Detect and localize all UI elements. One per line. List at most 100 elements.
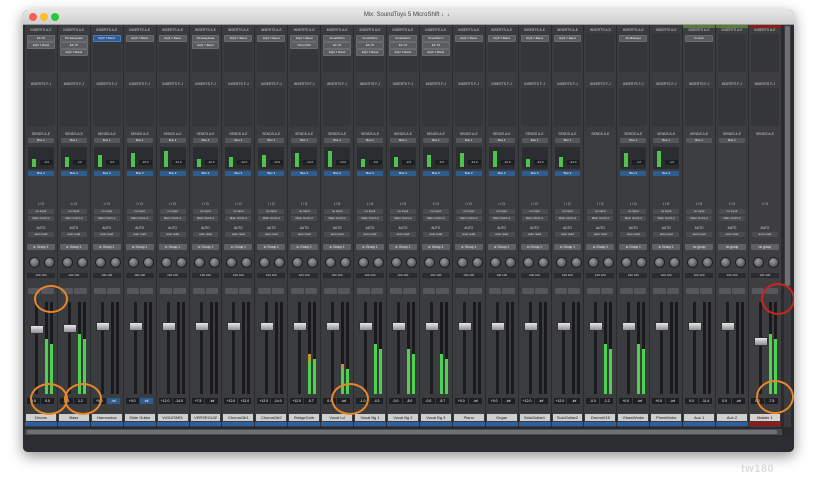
automation-mode[interactable]: auto read [357,232,383,237]
volume-fader[interactable] [457,322,472,331]
track-name[interactable]: Aux 1 [684,414,715,421]
horizontal-scrollbar[interactable] [25,429,782,435]
send-fader[interactable]: -inf [653,147,680,169]
track-name[interactable]: SoloGuitar2 [552,414,583,421]
send-fader[interactable]: 0.0 [93,147,120,169]
input-selector[interactable]: no input [488,209,515,214]
output-selector[interactable]: Main Out/1-2 [455,216,482,221]
insert-slot[interactable]: EQ3 7-Band [553,35,582,42]
output-selector[interactable]: Main Out/1-2 [554,216,581,221]
output-selector[interactable]: Main Out/1-2 [93,216,120,221]
track-name[interactable]: ChorusGtr2 [256,414,287,421]
pan-knob-right[interactable] [636,257,648,268]
track-name[interactable]: Organ [486,414,517,421]
group-selector[interactable]: a: Group 1 [158,244,187,250]
track-name[interactable]: Vocal Bg 1 [355,414,385,421]
group-selector[interactable]: a: Group 1 [454,244,483,250]
track-name[interactable]: Piano [453,414,484,421]
track-name[interactable]: GlassWndw [618,414,649,421]
volume-fader[interactable] [260,322,275,331]
send-selector[interactable]: Bus 1 [620,138,647,143]
mute-button[interactable] [469,288,482,294]
send-bus[interactable]: Bus 3 [258,171,285,176]
output-selector[interactable]: Main Out/1-2 [126,216,153,221]
send-bus[interactable]: Bus 3 [521,171,548,176]
automation-mode[interactable]: auto read [258,232,285,237]
insert-slot[interactable]: EQ3 7-Band [421,49,450,56]
group-selector[interactable]: a: Group 1 [652,244,681,250]
mute-button[interactable] [205,288,219,294]
pan-knob-right[interactable] [735,257,747,268]
pan-knob-right[interactable] [241,257,253,268]
send-fader[interactable]: -inf [60,147,87,169]
dyn-button[interactable] [225,405,251,411]
pan-knob-right[interactable] [340,257,352,268]
dyn-button[interactable] [127,405,153,411]
insert-slot[interactable]: EQ3 7-Band [125,35,154,42]
send-bus[interactable]: Bus 3 [159,171,186,176]
pan-knob-right[interactable] [76,257,88,268]
pan-knob-right[interactable] [438,257,450,268]
group-selector[interactable]: a: Group 1 [125,244,154,250]
insert-slot[interactable]: EQ3 7-Band [356,49,384,56]
pan-knob-left[interactable] [94,257,106,268]
pan-knob-left[interactable] [325,257,337,268]
send-selector[interactable]: Bus 1 [422,138,449,143]
send-fader[interactable]: -12.0 [291,147,318,169]
dyn-button[interactable] [555,405,581,411]
track-name[interactable]: Harmonica [91,414,122,421]
solo-button[interactable] [225,288,238,294]
insert-slot[interactable]: EF-76 [27,35,55,42]
output-selector[interactable]: Main Out/1-2 [324,216,351,221]
insert-slot[interactable]: D3 EasyGate [191,35,220,42]
send-selector[interactable]: Bus 1 [686,138,713,143]
send-selector[interactable]: Bus 1 [357,138,383,143]
insert-slot[interactable]: EF-76 [388,42,417,49]
volume-fader[interactable] [227,322,242,331]
volume-fader[interactable] [95,322,110,331]
input-selector[interactable]: no input [587,209,614,214]
group-selector[interactable]: a: Group 1 [388,244,417,250]
pan-knob-left[interactable] [621,257,633,268]
pan-knob-left[interactable] [752,257,764,268]
send-selector[interactable]: Bus 1 [291,138,318,143]
group-selector[interactable]: a: Group 1 [553,244,582,250]
send-fader[interactable]: -9.0 [422,147,449,169]
send-fader[interactable]: -9.0 [357,147,383,169]
solo-button[interactable] [291,288,304,294]
send-bus[interactable]: Bus 3 [488,171,515,176]
mute-button[interactable] [173,288,186,294]
input-selector[interactable]: no input [60,209,87,214]
group-selector[interactable]: a: Group 1 [290,244,319,250]
output-selector[interactable]: Main Out/1-2 [587,216,614,221]
input-selector[interactable]: no input [719,209,745,214]
output-selector[interactable]: Main Out/1-2 [258,216,285,221]
input-selector[interactable]: no input [422,209,449,214]
solo-button[interactable] [719,288,732,294]
pan-knob-right[interactable] [373,257,385,268]
pan-knob-right[interactable] [603,257,615,268]
insert-slot[interactable]: EF-76 [323,42,352,49]
solo-button[interactable] [159,288,173,294]
output-selector[interactable]: Main Out/1-2 [653,216,680,221]
volume-fader[interactable] [589,322,604,331]
mute-button[interactable] [337,288,351,294]
pan-knob-left[interactable] [555,257,567,268]
pan-knob-right[interactable] [570,257,582,268]
input-selector[interactable]: no input [554,209,581,214]
send-selector[interactable]: Bus 1 [719,138,745,143]
send-fader[interactable]: -12.0 [258,147,285,169]
input-selector[interactable]: no input [521,209,548,214]
output-selector[interactable]: Main Out/1-2 [60,216,87,221]
send-bus[interactable]: Bus 3 [291,171,318,176]
send-fader[interactable]: -12.0 [455,147,482,169]
pan-knob-left[interactable] [61,257,73,268]
solo-button[interactable] [126,288,140,294]
send-fader[interactable]: -24.0 [554,147,581,169]
volume-fader[interactable] [194,322,209,331]
vertical-scrollbar[interactable] [784,25,791,427]
insert-slot[interactable]: EQ3 7-Band [59,49,88,56]
automation-mode[interactable]: auto read [93,232,120,237]
send-bus[interactable]: Bus 3 [60,171,87,176]
output-selector[interactable]: Main Out/1-2 [192,216,219,221]
